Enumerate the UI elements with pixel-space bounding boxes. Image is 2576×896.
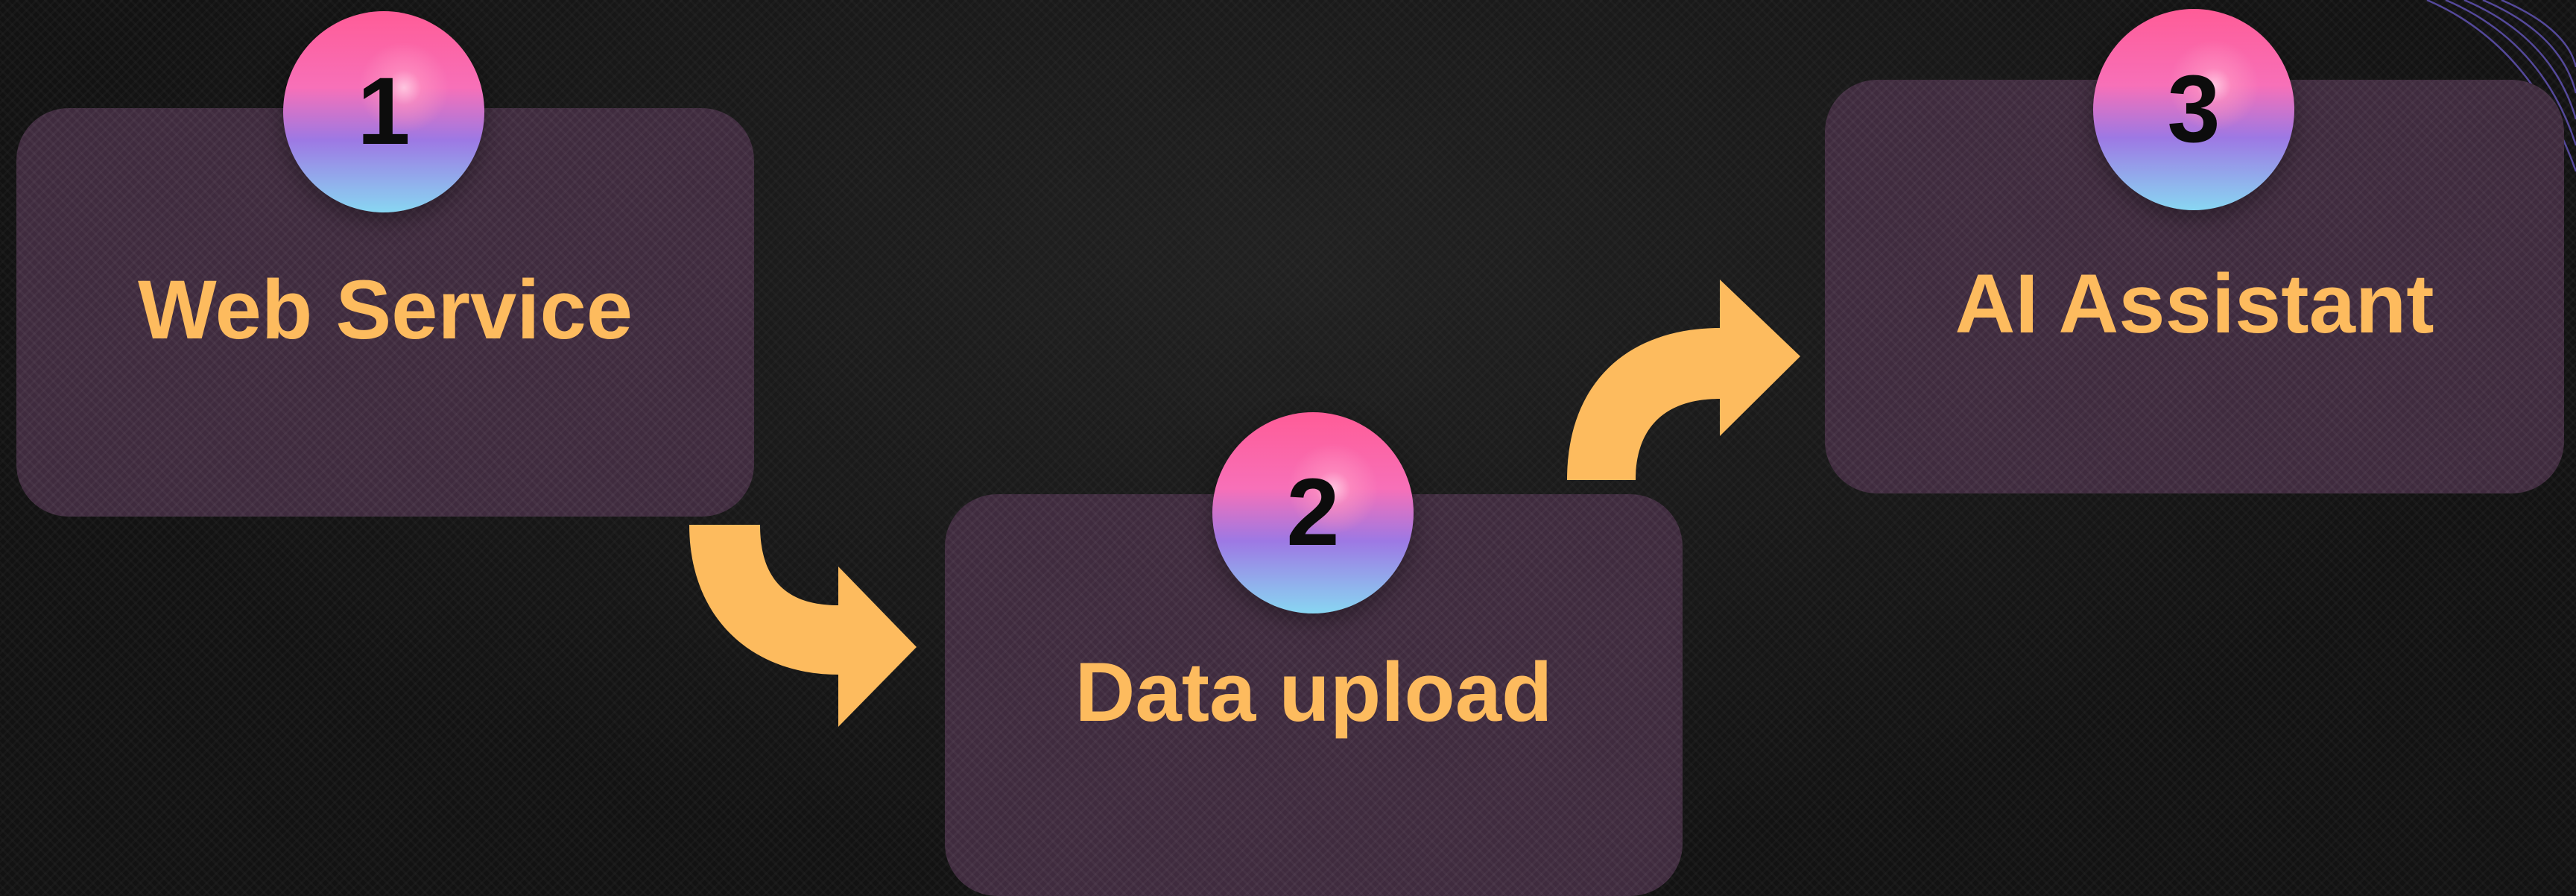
step-number-badge: 3: [2093, 9, 2294, 210]
step-number: 3: [2167, 56, 2221, 163]
arrow-shape: [689, 525, 917, 727]
arrow-shape: [1567, 280, 1800, 480]
step-number-badge: 2: [1212, 412, 1414, 613]
step-label: AI Assistant: [1955, 257, 2434, 350]
step-number: 2: [1286, 459, 1340, 566]
step-number-badge: 1: [283, 11, 484, 212]
step-number: 1: [357, 58, 411, 165]
step-label: Data upload: [1075, 646, 1553, 739]
step-label: Web Service: [137, 263, 633, 356]
curved-arrow-down-right-icon: [689, 525, 917, 727]
curved-arrow-up-right-icon: [1567, 280, 1800, 480]
